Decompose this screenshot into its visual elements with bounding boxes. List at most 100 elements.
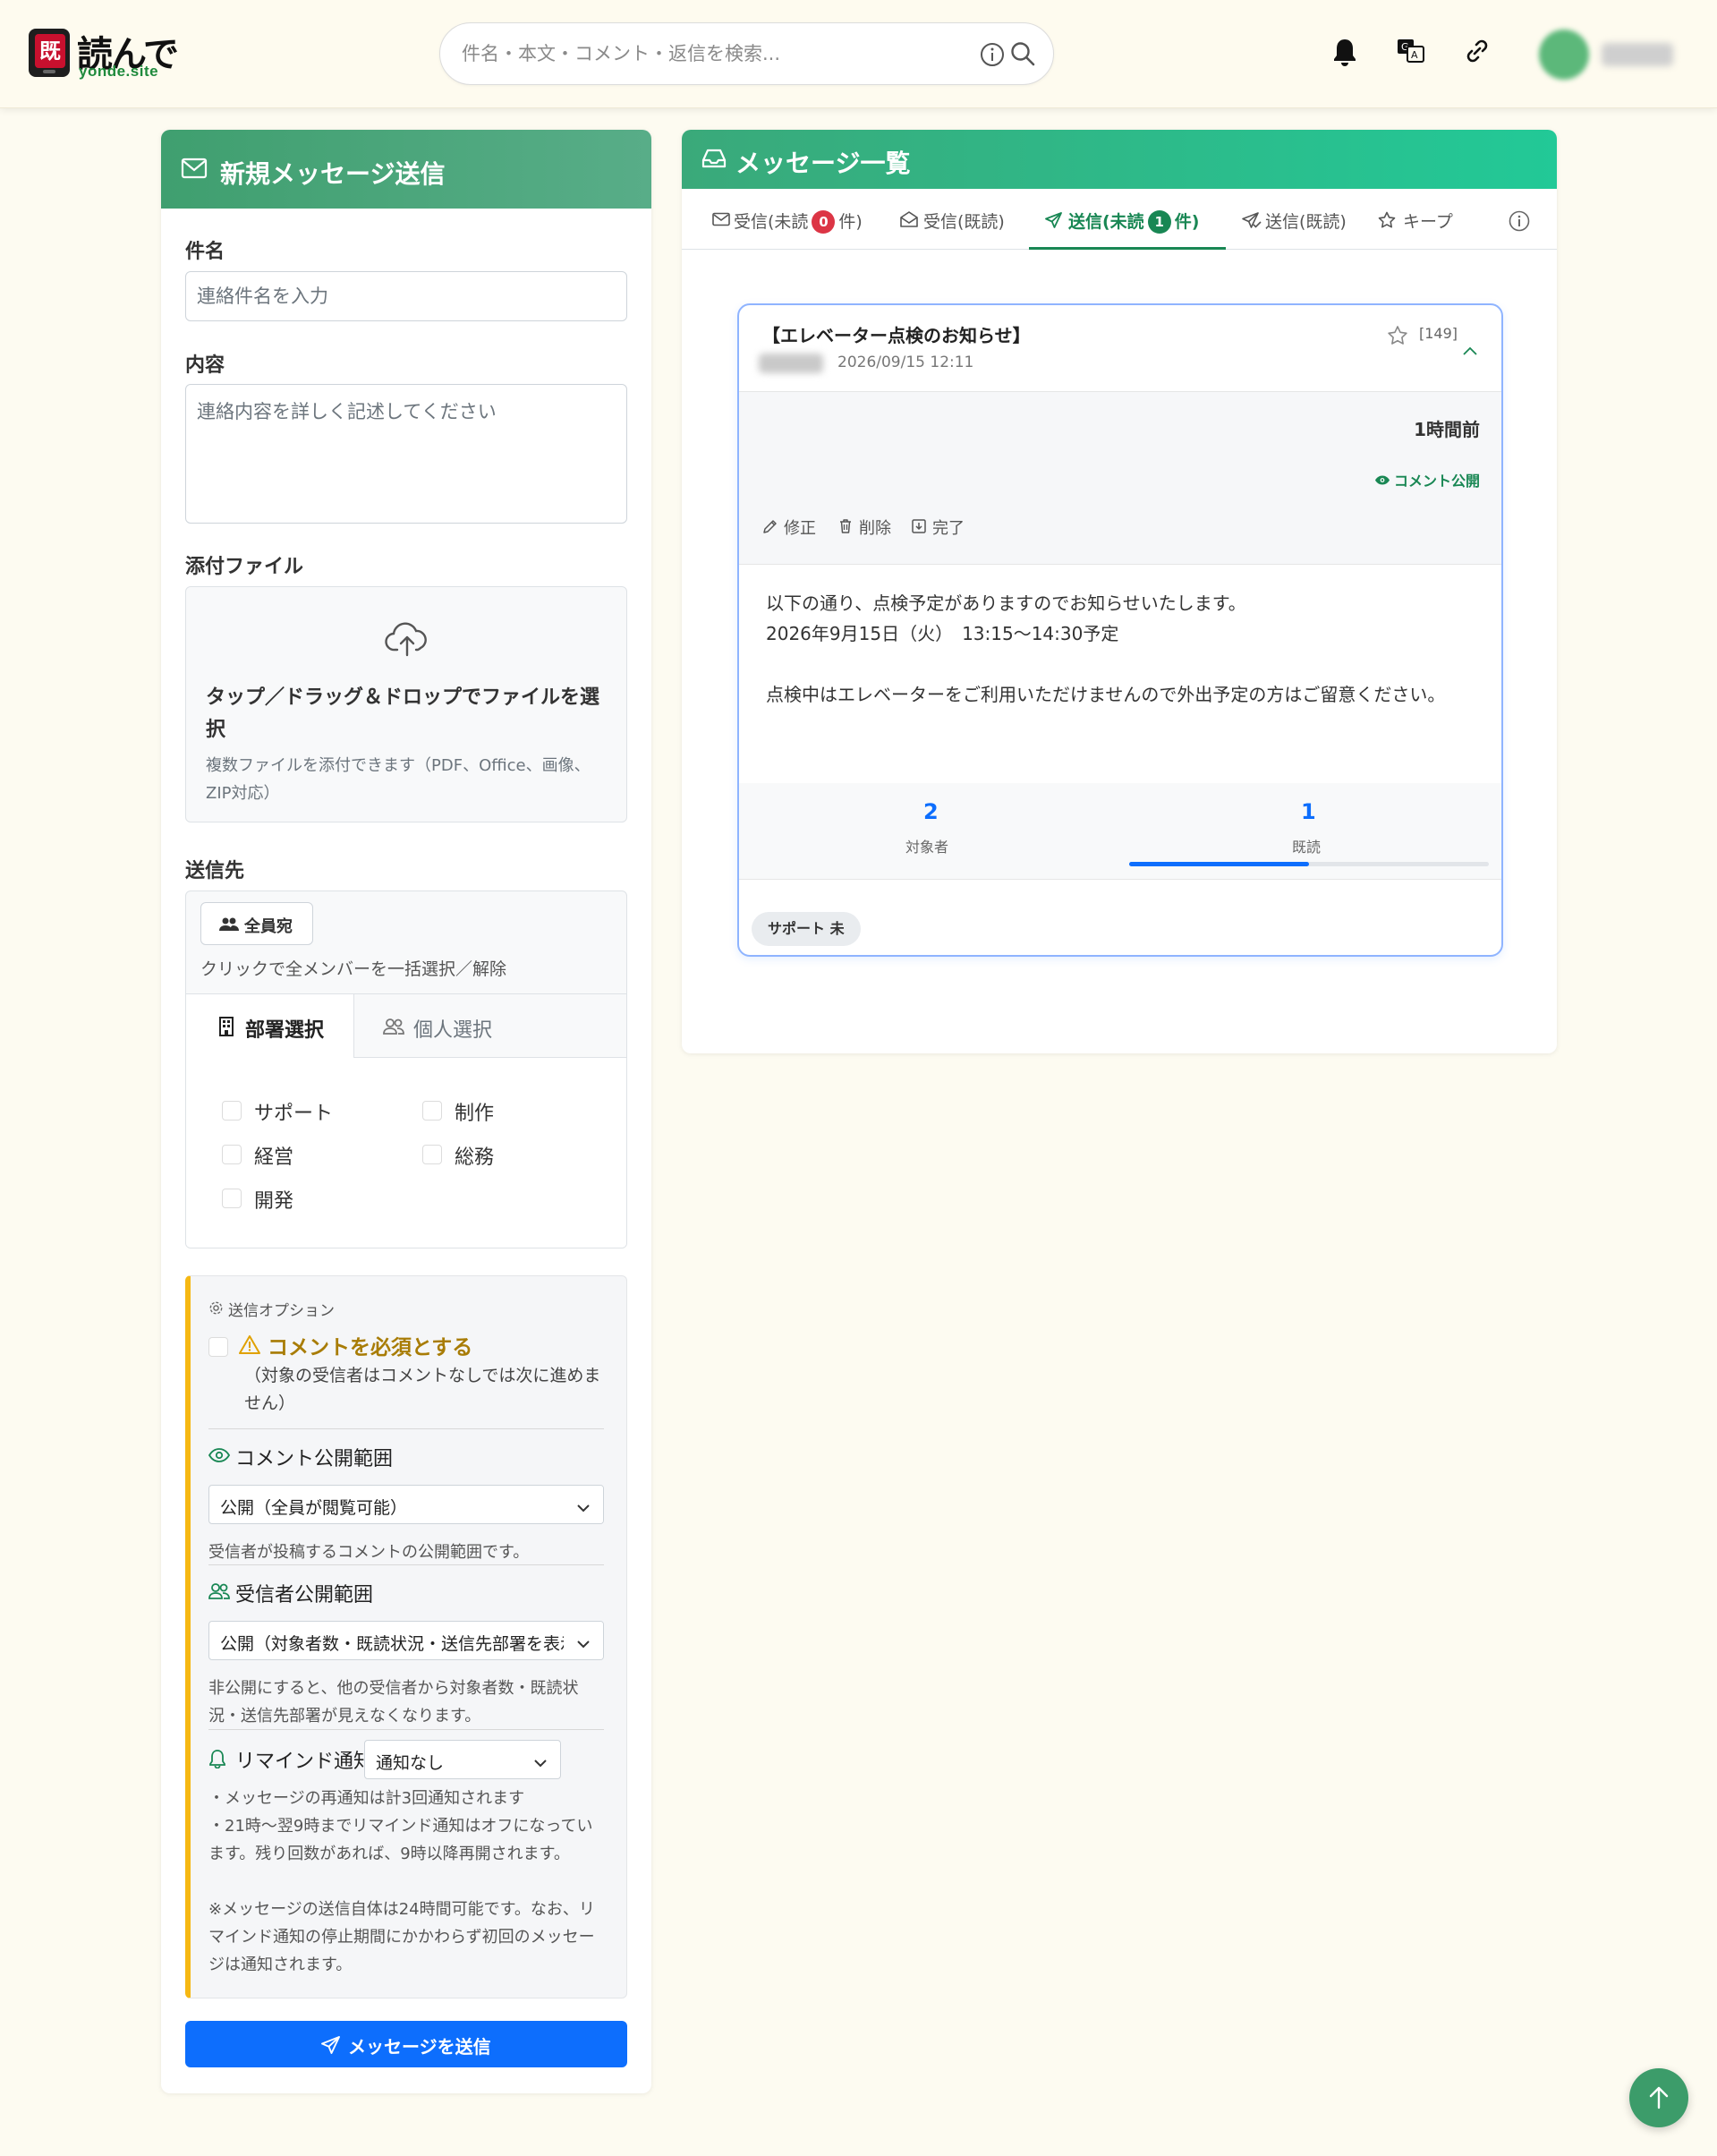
attach-label: 添付ファイル: [185, 556, 304, 578]
message-body-line: 2026年9月15日（火） 13:15〜14:30予定: [766, 623, 1119, 644]
select-all-button[interactable]: 全員宛: [200, 902, 313, 945]
recipient-scope-note: 非公開にすると、他の受信者から対象者数・既読状況・送信先部署が見えなくなります。: [208, 1679, 579, 1726]
send-message-button[interactable]: メッセージを送信: [185, 2021, 627, 2067]
dept-label-development: 開発: [254, 1190, 294, 1213]
dropzone-title: タップ／ドラッグ＆ドロップでファイルを選択: [206, 686, 600, 741]
remind-select[interactable]: 通知なし: [364, 1740, 561, 1779]
message-sender: ●●●●: [759, 354, 823, 373]
recipient-scope-value: 公開（対象者数・既読状況・送信先部署を表示）: [220, 1634, 595, 1654]
tab-department-label: 部署選択: [245, 1019, 325, 1042]
recipient-dept-chip[interactable]: サポート 未: [752, 912, 861, 946]
message-tabs: 受信(未読 0 件) 受信(既読) 送信(未読 1 件) 送信(既読) キープ: [682, 189, 1557, 250]
message-card[interactable]: 【エレベーター点検のお知らせ】 ●●●● 2026/09/15 12:11 [1…: [737, 303, 1503, 957]
dept-label-production: 制作: [455, 1103, 495, 1125]
link-icon[interactable]: [1464, 38, 1491, 68]
target-count: 2: [923, 799, 939, 824]
gear-icon: [208, 1300, 224, 1320]
scroll-to-top-button[interactable]: [1629, 2068, 1688, 2127]
tab-inbox-unread[interactable]: 受信(未読 0 件): [701, 189, 891, 250]
logo-subtext: yonde.site: [79, 63, 159, 80]
recipients-label: 送信先: [185, 860, 245, 882]
envelope-icon: [712, 211, 730, 231]
search-input[interactable]: [462, 36, 963, 72]
chevron-up-icon[interactable]: [1462, 343, 1478, 360]
tab-sent-read[interactable]: 送信(既読): [1242, 189, 1358, 250]
user-name[interactable]: ●●●●: [1602, 43, 1673, 66]
select-all-label: 全員宛: [244, 917, 293, 935]
app-logo[interactable]: 既 読んで yonde.site: [27, 27, 183, 81]
recipient-scope-select[interactable]: 公開（対象者数・既読状況・送信先部署を表示）: [208, 1621, 604, 1660]
user-avatar[interactable]: [1539, 30, 1589, 80]
building-icon: [218, 1017, 234, 1042]
require-comment-checkbox[interactable]: [208, 1337, 228, 1357]
bell-icon[interactable]: [1331, 38, 1358, 72]
people-icon: [219, 916, 239, 937]
send-icon: [1045, 211, 1063, 234]
read-progress-fill: [1129, 862, 1309, 866]
read-count: 1: [1301, 799, 1316, 824]
dept-checkbox-support[interactable]: [222, 1101, 242, 1121]
dept-checkbox-production[interactable]: [422, 1101, 442, 1121]
remind-note-2: ・21時〜翌9時までリマインド通知はオフになっています。残り回数があれば、9時以…: [208, 1817, 593, 1863]
message-body: 以下の通り、点検予定がありますのでお知らせいたします。 2026年9月15日（火…: [766, 588, 1473, 710]
tab-individual[interactable]: 個人選択: [354, 994, 515, 1059]
logo-badge-mark: 既: [35, 34, 65, 68]
comment-scope-value: 公開（全員が閲覧可能）: [220, 1498, 408, 1518]
dropzone-subtitle: 複数ファイルを添付できます（PDF、Office、画像、ZIP対応）: [206, 756, 591, 803]
app-header: 既 読んで yonde.site GA ●●●●: [0, 0, 1717, 108]
unread-count-badge: 0: [812, 210, 836, 234]
subject-input[interactable]: [185, 271, 627, 321]
cloud-upload-icon: [385, 619, 429, 662]
require-comment-label: コメントを必須とする: [268, 1336, 473, 1359]
message-list-header: メッセージ一覧: [682, 130, 1557, 189]
comment-scope-note: 受信者が投稿するコメントの公開範囲です。: [208, 1543, 530, 1562]
comment-public-badge: コメント公開: [1374, 469, 1480, 490]
message-date: 2026/09/15 12:11: [837, 354, 974, 371]
file-dropzone[interactable]: タップ／ドラッグ＆ドロップでファイルを選択 複数ファイルを添付できます（PDF、…: [185, 586, 627, 822]
dept-checkbox-general-affairs[interactable]: [422, 1145, 442, 1164]
translate-icon[interactable]: GA: [1396, 38, 1426, 68]
require-comment-desc: （対象の受信者はコメントなしでは次に進めません）: [244, 1366, 601, 1413]
trash-icon: [837, 518, 854, 539]
star-icon: [1378, 211, 1396, 234]
tab-keep[interactable]: キープ: [1378, 189, 1476, 250]
search-info-icon[interactable]: [980, 42, 1005, 71]
inbox-icon: [701, 148, 727, 173]
send-icon: [321, 2035, 341, 2060]
tab-inbox-read[interactable]: 受信(既読): [900, 189, 1025, 250]
content-label: 内容: [185, 354, 225, 377]
message-id: [149]: [1419, 325, 1458, 342]
message-list-panel: メッセージ一覧 受信(未読 0 件) 受信(既読) 送信(未読 1 件) 送信(既読): [682, 130, 1557, 1053]
read-label: 既読: [1292, 839, 1322, 856]
tab-sent-unread[interactable]: 送信(未読 1 件): [1029, 189, 1226, 250]
comment-scope-select[interactable]: 公開（全員が閲覧可能）: [208, 1485, 604, 1524]
chevron-down-icon: [576, 1634, 591, 1654]
star-icon[interactable]: [1387, 325, 1408, 350]
warning-icon: [239, 1334, 260, 1358]
message-body-line: 点検中はエレベーターをご利用いただけませんので外出予定の方はご留意ください。: [766, 684, 1446, 705]
dept-checkbox-development[interactable]: [222, 1189, 242, 1208]
message-title[interactable]: 【エレベーター点検のお知らせ】: [762, 321, 1031, 347]
subject-label: 件名: [185, 241, 225, 263]
department-list: サポート 制作 経営 総務 開発: [186, 1058, 626, 1248]
sent-unread-count-badge: 1: [1147, 210, 1171, 234]
tab-department[interactable]: 部署選択: [186, 994, 354, 1059]
logo-badge: 既: [29, 29, 70, 77]
search-box: [439, 22, 1054, 85]
compose-header: 新規メッセージ送信: [161, 130, 651, 209]
download-box-icon: [911, 518, 927, 539]
info-icon[interactable]: [1509, 210, 1530, 235]
search-icon[interactable]: [1009, 40, 1036, 71]
content-textarea[interactable]: [185, 384, 627, 524]
dept-checkbox-management[interactable]: [222, 1145, 242, 1164]
bell-outline-icon: [208, 1749, 226, 1774]
dept-label-support: サポート: [254, 1103, 334, 1125]
envelope-open-icon: [900, 211, 918, 232]
dept-label-general-affairs: 総務: [455, 1146, 495, 1169]
target-label: 対象者: [905, 839, 949, 856]
dept-label-management: 経営: [254, 1146, 294, 1169]
select-all-hint: クリックで全メンバーを一括選択／解除: [200, 959, 507, 979]
send-check-icon: [1242, 211, 1262, 234]
read-stats: 2 対象者 1 既読: [739, 783, 1501, 880]
eye-icon: [1374, 473, 1390, 490]
